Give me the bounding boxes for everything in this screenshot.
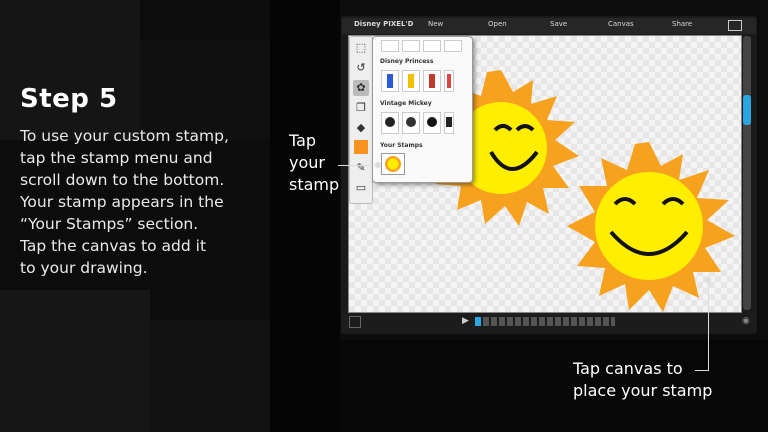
custom-sun-stamp[interactable] (381, 153, 405, 175)
instruction-line: Tap the canvas to add it (20, 237, 207, 255)
princess-stamp[interactable] (402, 70, 420, 92)
step-title: Step 5 (20, 84, 118, 114)
fill-bucket-icon[interactable]: ◆ (353, 120, 369, 136)
eraser-icon[interactable]: ▭ (353, 180, 369, 196)
section-disney-princess: Disney Princess (380, 58, 434, 65)
eye-icon[interactable]: ◉ (742, 316, 750, 326)
canvas-scrollbar[interactable] (743, 36, 751, 310)
mickey-stamp[interactable] (381, 112, 399, 134)
instruction-line: to your drawing. (20, 259, 148, 277)
mickey-stamp[interactable] (444, 112, 454, 134)
scrollbar-thumb[interactable] (743, 95, 751, 125)
export-icon[interactable] (728, 20, 742, 31)
callout-pointer-stamp (338, 165, 378, 166)
grid-icon[interactable] (349, 316, 361, 328)
callout-pointer-canvas-tick (695, 370, 709, 371)
instruction-line: “Your Stamps” section. (20, 215, 199, 233)
callout-dot (375, 162, 381, 168)
instruction-line: tap the stamp menu and (20, 149, 213, 167)
callout-pointer-canvas (708, 280, 709, 370)
instruction-line: Your stamp appears in the (20, 193, 224, 211)
sun-stamp-2 (567, 142, 735, 312)
menu-canvas[interactable]: Canvas (608, 20, 634, 28)
color-swatch[interactable] (354, 140, 368, 154)
princess-stamp[interactable] (381, 70, 399, 92)
undo-icon[interactable]: ↺ (353, 60, 369, 76)
sun-icon (385, 156, 401, 172)
app-menu-bar: Disney PIXEL'D New Open Save Canvas Shar… (342, 18, 756, 34)
frame-strip[interactable] (475, 317, 615, 326)
current-frame[interactable] (475, 317, 481, 326)
callout-line: place your stamp (573, 381, 713, 400)
callout-tap-canvas: Tap canvas to place your stamp (573, 358, 712, 402)
menu-save[interactable]: Save (550, 20, 567, 28)
section-vintage-mickey: Vintage Mickey (380, 100, 432, 107)
play-icon[interactable]: ▶ (462, 316, 469, 326)
princess-stamp[interactable] (423, 70, 441, 92)
callout-line: stamp (289, 175, 340, 194)
stamp-thumb[interactable] (402, 40, 420, 52)
mickey-stamp[interactable] (402, 112, 420, 134)
callout-line: your (289, 153, 325, 172)
layers-icon[interactable]: ❐ (353, 100, 369, 116)
callout-tap-your-stamp: Tap your stamp (289, 130, 339, 196)
stamp-thumb[interactable] (381, 40, 399, 52)
menu-new[interactable]: New (428, 20, 443, 28)
step-instructions: To use your custom stamp, tap the stamp … (20, 125, 270, 279)
instruction-line: To use your custom stamp, (20, 127, 229, 145)
mickey-stamp[interactable] (423, 112, 441, 134)
app-logo: Disney PIXEL'D (354, 20, 414, 28)
princess-stamp[interactable] (444, 70, 454, 92)
callout-line: Tap canvas to (573, 359, 683, 378)
menu-open[interactable]: Open (488, 20, 507, 28)
callout-line: Tap (289, 131, 317, 150)
callout-dot (705, 277, 711, 283)
timeline-bar: ▶ ◉ (342, 313, 756, 331)
stamp-icon[interactable]: ✿ (353, 80, 369, 96)
instruction-line: scroll down to the bottom. (20, 171, 225, 189)
stamp-thumb[interactable] (444, 40, 462, 52)
select-icon[interactable]: ⬚ (353, 40, 369, 56)
menu-share[interactable]: Share (672, 20, 692, 28)
section-your-stamps: Your Stamps (380, 142, 423, 149)
pencil-icon[interactable]: ✎ (353, 160, 369, 176)
stamp-thumb[interactable] (423, 40, 441, 52)
